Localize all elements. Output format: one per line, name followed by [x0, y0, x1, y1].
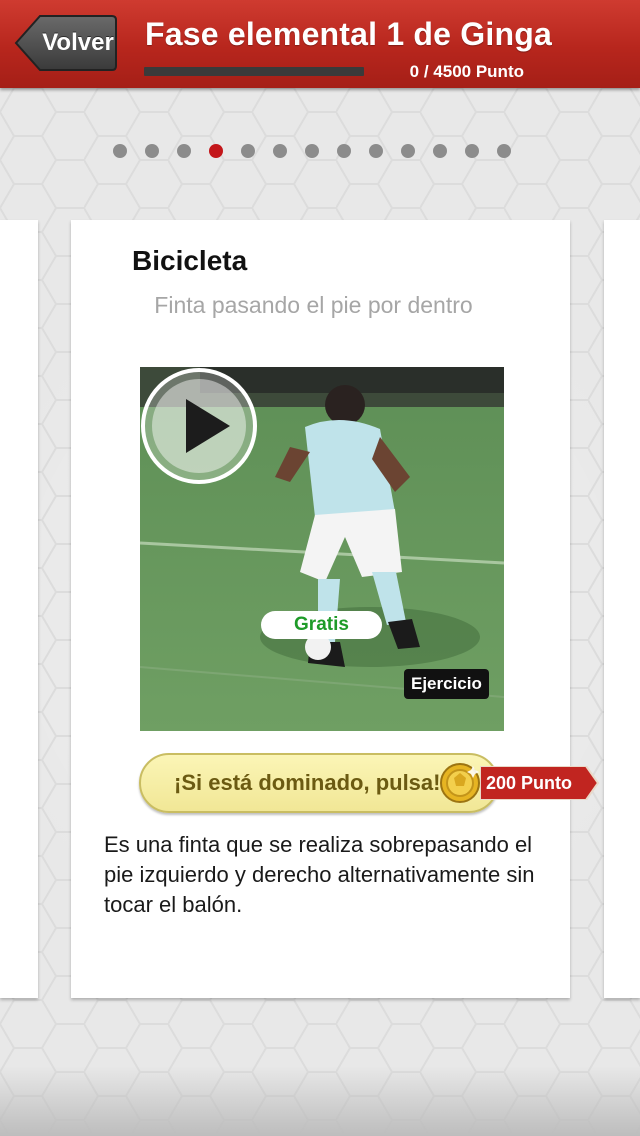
points-counter: 0 / 4500 Punto	[409, 62, 524, 81]
drill-card: Bicicleta Finta pasando el pie por dentr…	[71, 220, 600, 998]
page-dot[interactable]	[113, 144, 127, 158]
page-dot[interactable]	[465, 144, 479, 158]
page-dot[interactable]	[145, 144, 159, 158]
play-icon[interactable]	[140, 367, 258, 485]
back-button-label: Volver	[42, 29, 114, 56]
mark-mastered-label: ¡Si está dominado, pulsa!	[174, 770, 441, 795]
page-dot[interactable]	[337, 144, 351, 158]
points-progress-bar	[144, 67, 364, 76]
reward-ribbon: 200 Punto	[480, 766, 600, 800]
page-dot[interactable]	[433, 144, 447, 158]
drill-subtitle: Finta pasando el pie por dentro	[154, 292, 473, 318]
drill-title: Bicicleta	[132, 245, 248, 276]
reward-points-label: 200 Punto	[486, 773, 573, 793]
page-dot[interactable]	[177, 144, 191, 158]
video-thumbnail[interactable]: Gratis Ejercicio	[140, 367, 504, 731]
previous-card[interactable]	[0, 220, 38, 998]
bottom-fade	[0, 1066, 640, 1136]
next-card[interactable]	[604, 220, 640, 998]
page-dot[interactable]	[401, 144, 415, 158]
exercise-tag: Ejercicio	[404, 669, 489, 699]
header-bar: Volver Fase elemental 1 de Ginga 0 / 450…	[0, 0, 640, 88]
page-dot[interactable]	[305, 144, 319, 158]
drill-description: Es una finta que se realiza sobrepasando…	[104, 832, 535, 917]
page-dot[interactable]	[369, 144, 383, 158]
page-dot-active[interactable]	[209, 144, 223, 158]
free-badge: Gratis	[261, 611, 382, 639]
page-title: Fase elemental 1 de Ginga	[145, 16, 552, 52]
back-button[interactable]: Volver	[14, 14, 118, 72]
page-dot[interactable]	[497, 144, 511, 158]
page-dot[interactable]	[241, 144, 255, 158]
page-dot[interactable]	[273, 144, 287, 158]
gold-coin-icon	[440, 763, 480, 803]
